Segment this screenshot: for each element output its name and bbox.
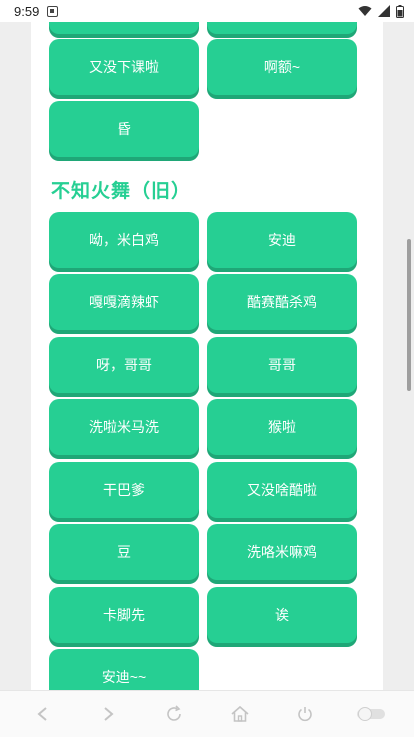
sound-button[interactable]: 呦，米白鸡 [49, 212, 199, 268]
sound-button[interactable]: 安迪~~ [49, 649, 199, 690]
status-time: 9:59 [14, 3, 40, 19]
toggle-icon [357, 707, 386, 721]
status-bar: 9:59 [0, 0, 414, 22]
signal-icon [378, 5, 390, 17]
sound-button[interactable]: 哥哥 [207, 337, 357, 393]
sound-button[interactable]: 呀，哥哥 [49, 337, 199, 393]
status-icons [358, 4, 404, 18]
content-viewport[interactable]: 又没下课啦 啊额~ 昏 不知火舞（旧） 呦，米白鸡 安迪 嘎嘎滴辣虾 酷赛酷杀鸡… [0, 22, 414, 690]
forward-button[interactable] [88, 694, 128, 734]
sound-button[interactable] [207, 22, 357, 34]
sound-button[interactable]: 酷赛酷杀鸡 [207, 274, 357, 330]
home-button[interactable] [220, 694, 260, 734]
sound-button[interactable]: 洗啦米马洗 [49, 399, 199, 455]
bottom-nav [0, 690, 414, 737]
sound-button[interactable]: 安迪 [207, 212, 357, 268]
back-button[interactable] [23, 694, 63, 734]
home-icon [231, 705, 249, 722]
sound-button[interactable]: 昏 [49, 101, 199, 157]
wifi-icon [358, 6, 372, 16]
scrollbar-thumb[interactable] [407, 239, 411, 391]
forward-icon [104, 707, 115, 721]
back-icon [37, 707, 47, 721]
sound-button[interactable]: 又没啥酷啦 [207, 462, 357, 518]
refresh-icon [167, 705, 181, 721]
sound-button[interactable]: 啊额~ [207, 39, 357, 95]
sound-button[interactable]: 豆 [49, 524, 199, 580]
sound-button[interactable]: 猴啦 [207, 399, 357, 455]
sound-button[interactable]: 嘎嘎滴辣虾 [49, 274, 199, 330]
sound-button[interactable]: 干巴爹 [49, 462, 199, 518]
battery-icon [396, 4, 404, 18]
power-icon [298, 707, 313, 722]
notification-icon [47, 5, 59, 17]
sound-button[interactable] [49, 22, 199, 34]
sound-button[interactable]: 卡脚先 [49, 587, 199, 643]
power-button[interactable] [285, 694, 325, 734]
sound-button[interactable]: 诶 [207, 587, 357, 643]
refresh-button[interactable] [154, 694, 194, 734]
toggle-button[interactable] [351, 694, 391, 734]
section-title: 不知火舞（旧） [51, 180, 192, 202]
sound-button[interactable]: 洗咯米嘛鸡 [207, 524, 357, 580]
sound-button[interactable]: 又没下课啦 [49, 39, 199, 95]
